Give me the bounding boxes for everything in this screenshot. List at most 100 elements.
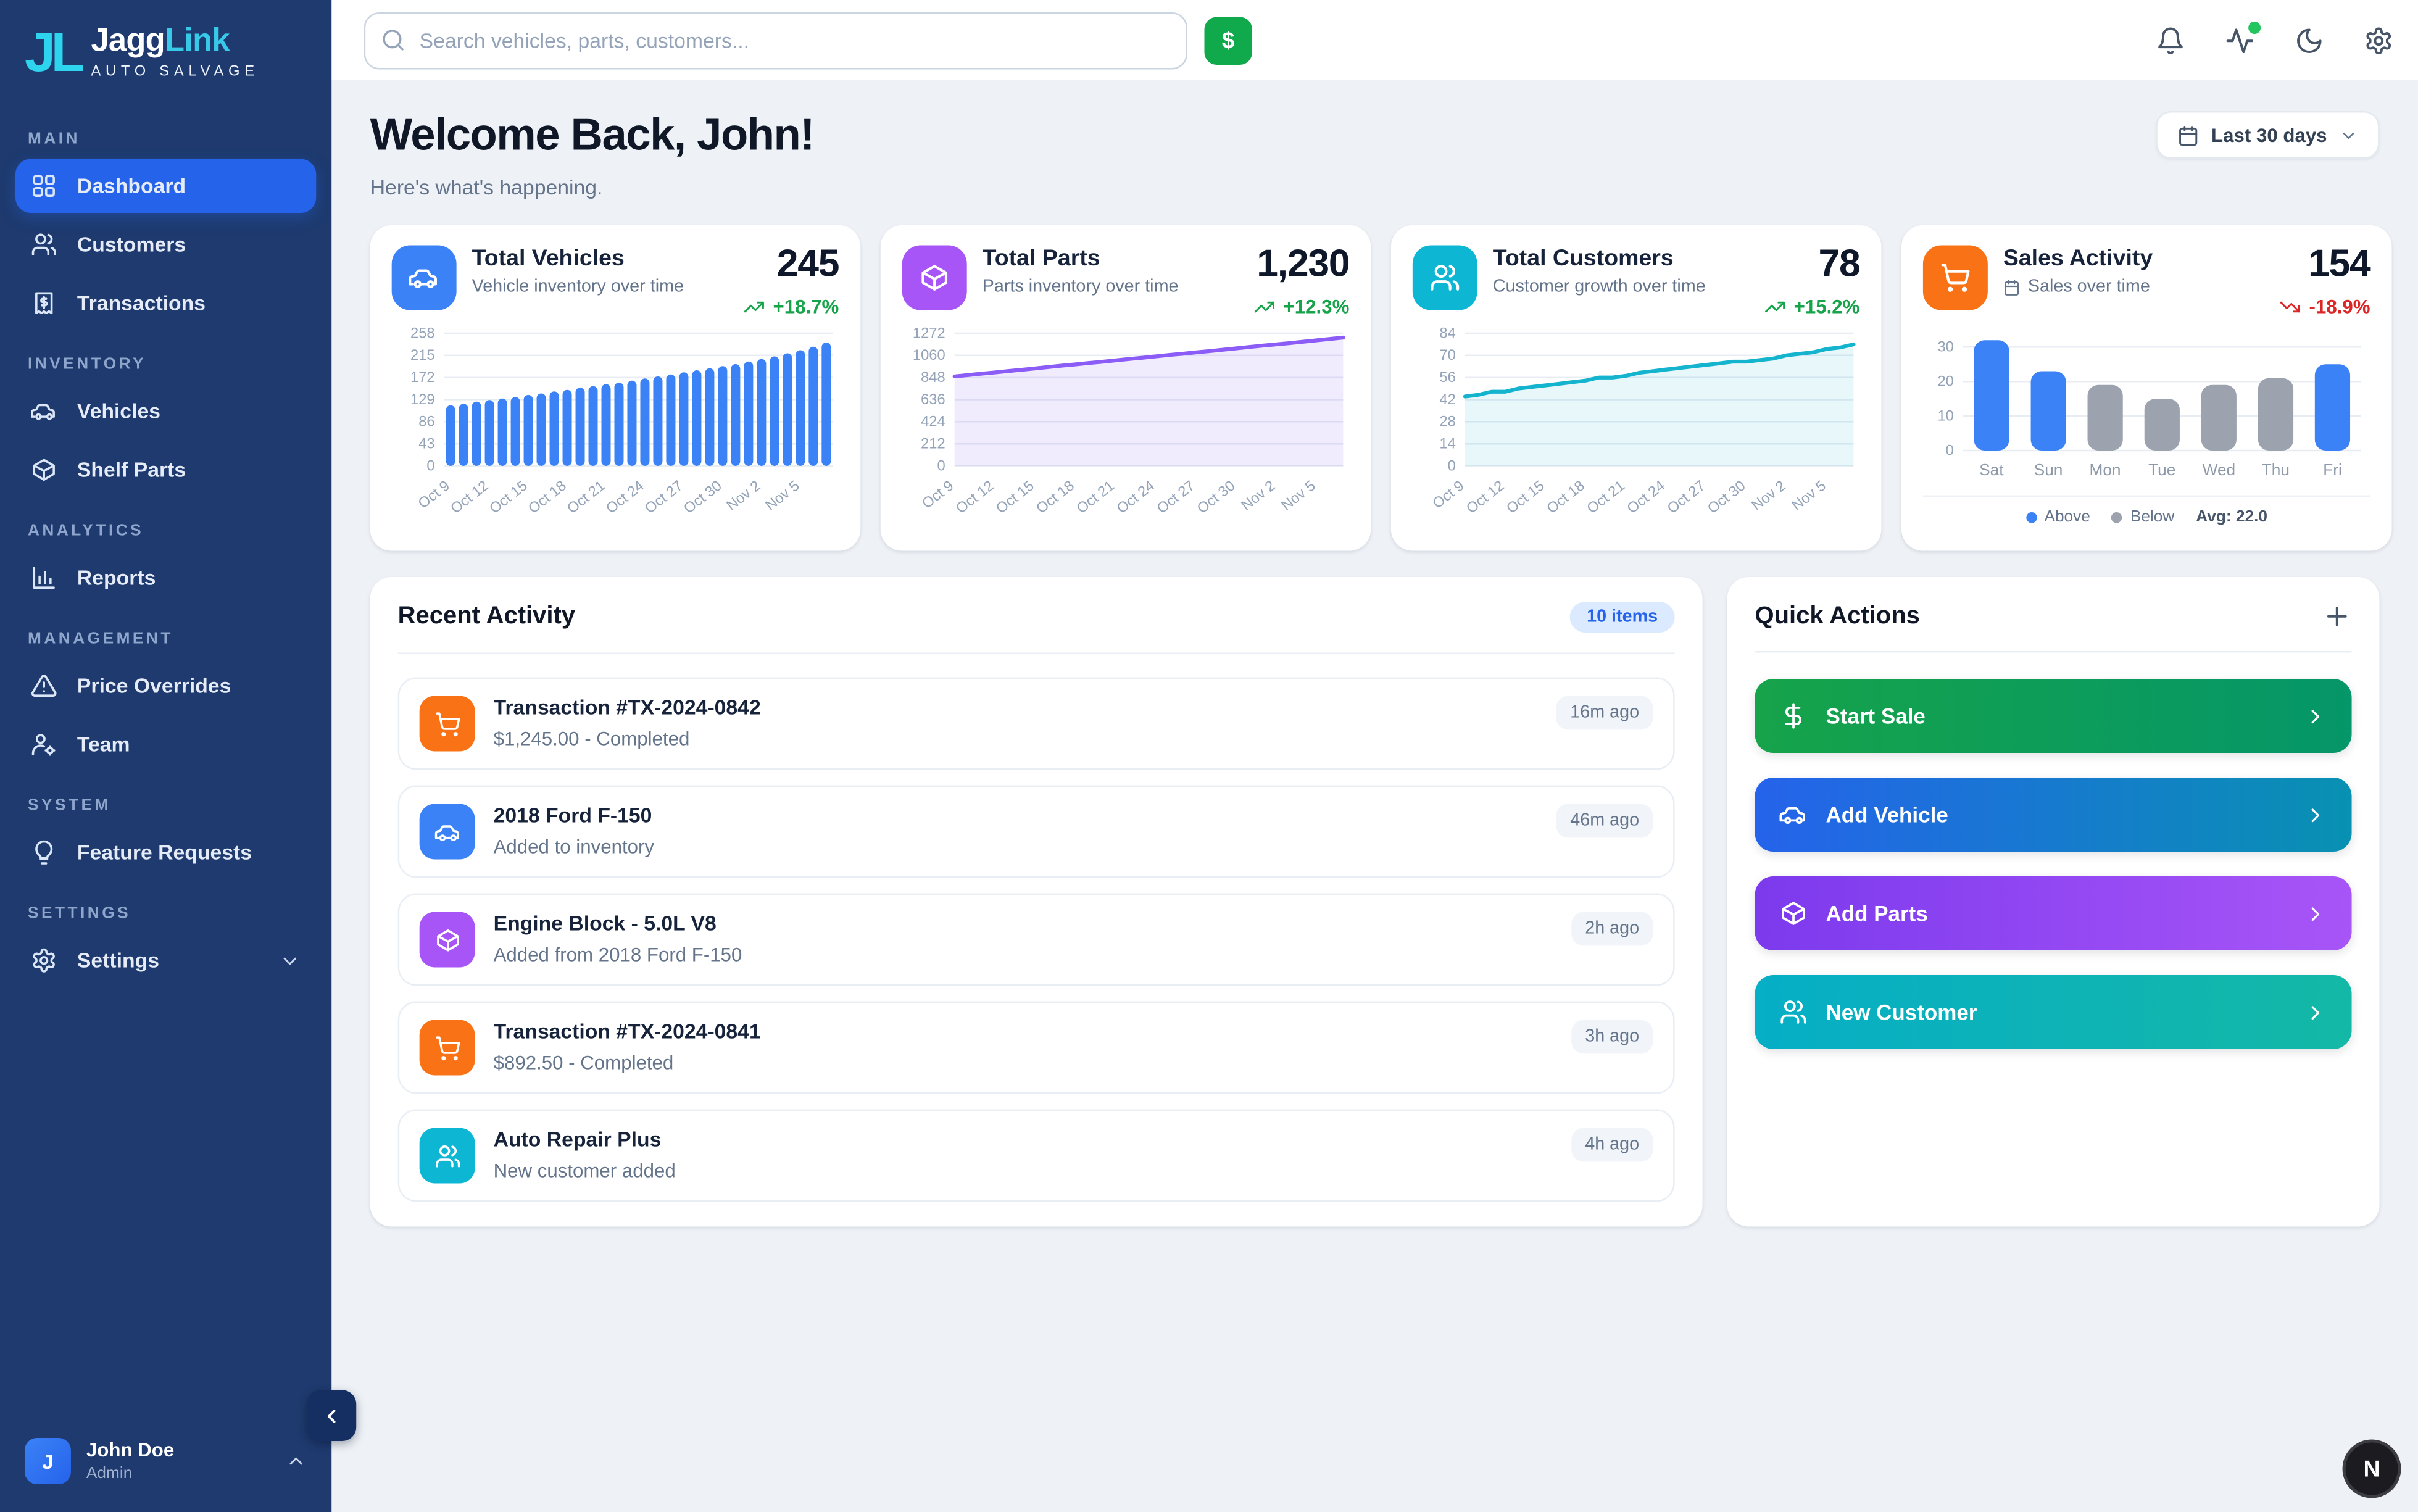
nav-section-analytics: ANALYTICS [0, 521, 331, 540]
svg-text:Mon: Mon [2089, 460, 2121, 479]
dark-mode-button[interactable] [2295, 25, 2324, 55]
activity-title: Transaction #TX-2024-0842 [494, 696, 761, 720]
chevron-down-icon [279, 950, 301, 971]
sidebar-item-vehicles[interactable]: Vehicles [15, 384, 316, 439]
stat-cards: Total Vehicles Vehicle inventory over ti… [370, 225, 2380, 551]
svg-text:Oct 12: Oct 12 [448, 478, 492, 517]
activity-time-badge: 2h ago [1571, 912, 1653, 946]
recent-activity-title: Recent Activity [398, 604, 575, 631]
sidebar-item-dashboard[interactable]: Dashboard [15, 159, 316, 214]
sidebar-item-settings[interactable]: Settings [15, 934, 316, 988]
brand-name-accent: Link [165, 23, 230, 59]
svg-text:Oct 18: Oct 18 [1544, 478, 1588, 517]
notifications-button[interactable] [2156, 25, 2185, 55]
status-dot [2248, 21, 2261, 33]
lower-grid: Recent Activity 10 items Transaction #TX… [370, 577, 2380, 1227]
sidebar-collapse-button[interactable] [307, 1390, 356, 1442]
activity-row-engine-block[interactable]: Engine Block - 5.0L V8 Added from 2018 F… [398, 894, 1675, 986]
activity-title: Transaction #TX-2024-0841 [494, 1020, 761, 1044]
dev-overlay-button[interactable]: N [2343, 1440, 2401, 1498]
activity-subtitle: Added from 2018 Ford F-150 [494, 944, 742, 966]
svg-text:Oct 9: Oct 9 [920, 478, 957, 512]
moon-icon [2295, 25, 2324, 55]
sidebar-item-customers[interactable]: Customers [15, 218, 316, 272]
stat-value: 1,230 [1254, 246, 1349, 285]
date-range-label: Last 30 days [2211, 124, 2327, 146]
svg-text:56: 56 [1439, 370, 1455, 386]
start-sale-button[interactable]: Start Sale [1755, 679, 2352, 753]
parts-mini-chart: 021242463684810601272Oct 9Oct 12Oct 15Oc… [902, 324, 1350, 531]
sidebar-item-label: Team [77, 733, 130, 757]
bar-chart-icon [31, 565, 57, 591]
sidebar-item-reports[interactable]: Reports [15, 551, 316, 605]
date-range-dropdown[interactable]: Last 30 days [2156, 111, 2379, 159]
svg-text:Oct 27: Oct 27 [642, 478, 686, 517]
sidebar-item-team[interactable]: Team [15, 718, 316, 772]
add-vehicle-button[interactable]: Add Vehicle [1755, 778, 2352, 852]
chevron-down-icon [2340, 126, 2358, 144]
stat-delta: +12.3% [1254, 296, 1349, 318]
trend-up-icon [1254, 296, 1276, 318]
legend-below-dot [2112, 512, 2122, 523]
svg-text:Oct 27: Oct 27 [1154, 478, 1198, 517]
svg-text:Oct 15: Oct 15 [1504, 478, 1548, 517]
svg-text:Oct 18: Oct 18 [526, 478, 570, 517]
stat-card-total-parts: Total Parts Parts inventory over time 1,… [881, 225, 1371, 551]
lightbulb-icon [31, 839, 57, 866]
svg-text:1272: 1272 [913, 325, 945, 341]
add-parts-button[interactable]: Add Parts [1755, 876, 2352, 950]
activity-title: 2018 Ford F-150 [494, 804, 654, 828]
search-input[interactable] [364, 12, 1187, 69]
stat-title: Total Parts [983, 246, 1179, 272]
activity-time-badge: 46m ago [1556, 804, 1653, 838]
quick-sale-button[interactable]: $ [1205, 16, 1252, 64]
sidebar-item-shelf-parts[interactable]: Shelf Parts [15, 443, 316, 497]
sidebar-item-label: Reports [77, 567, 156, 590]
svg-text:84: 84 [1439, 325, 1455, 341]
svg-text:Oct 30: Oct 30 [1194, 478, 1238, 517]
sidebar-item-price-overrides[interactable]: Price Overrides [15, 659, 316, 713]
sidebar-item-transactions[interactable]: Transactions [15, 276, 316, 331]
main-area: $ Welcome Back, John! Here's what's happ… [331, 0, 2418, 1512]
legend-above-label: Above [2044, 508, 2090, 526]
chevron-right-icon [2304, 704, 2327, 728]
new-customer-button[interactable]: New Customer [1755, 975, 2352, 1049]
stat-card-total-customers: Total Customers Customer growth over tim… [1391, 225, 1882, 551]
chevron-up-icon [285, 1450, 307, 1472]
stat-title: Total Vehicles [472, 246, 684, 272]
sidebar-item-feature-requests[interactable]: Feature Requests [15, 826, 316, 880]
activity-row-transaction-0842[interactable]: Transaction #TX-2024-0842 $1,245.00 - Co… [398, 678, 1675, 770]
activity-row-ford-f150[interactable]: 2018 Ford F-150 Added to inventory 46m a… [398, 786, 1675, 878]
activity-row-auto-repair-plus[interactable]: Auto Repair Plus New customer added 4h a… [398, 1110, 1675, 1202]
user-menu[interactable]: J John Doe Admin [0, 1416, 331, 1512]
add-quick-action-button[interactable] [2322, 602, 2351, 631]
svg-text:70: 70 [1439, 347, 1455, 363]
svg-text:Nov 2: Nov 2 [1239, 478, 1279, 514]
cart-tile [420, 696, 475, 752]
nav-section-main: MAIN [0, 130, 331, 148]
sidebar-item-label: Settings [77, 949, 159, 973]
activity-time-badge: 3h ago [1571, 1020, 1653, 1054]
stat-subtitle: Vehicle inventory over time [472, 278, 684, 297]
activity-row-transaction-0841[interactable]: Transaction #TX-2024-0841 $892.50 - Comp… [398, 1002, 1675, 1094]
stat-delta: +15.2% [1764, 296, 1859, 318]
quick-actions-list: Start Sale Add Vehicle Add Parts [1755, 679, 2352, 1049]
svg-text:1060: 1060 [913, 347, 945, 363]
svg-text:Fri: Fri [2323, 460, 2342, 479]
viewport: JL JaggLink AUTO SALVAGE MAIN Dashboard … [0, 0, 2418, 1512]
users-icon [434, 1142, 460, 1169]
sidebar-item-label: Transactions [77, 292, 206, 315]
settings-button[interactable] [2364, 25, 2393, 55]
svg-text:Oct 12: Oct 12 [1464, 478, 1508, 517]
svg-text:Nov 5: Nov 5 [763, 478, 803, 514]
user-name: John Doe [86, 1440, 174, 1463]
svg-text:172: 172 [410, 370, 435, 386]
stat-value: 154 [2280, 246, 2370, 285]
svg-text:20: 20 [1937, 374, 1953, 390]
activity-status-button[interactable] [2225, 25, 2254, 55]
sidebar-item-label: Feature Requests [77, 841, 252, 865]
svg-text:86: 86 [418, 414, 434, 430]
activity-subtitle: Added to inventory [494, 836, 654, 858]
stat-subtitle: Sales over time [2003, 278, 2153, 297]
brand-name: JaggLink [91, 25, 259, 59]
